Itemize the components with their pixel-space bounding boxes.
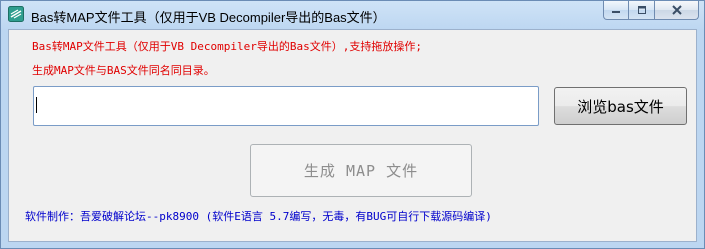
bas-file-path-input[interactable] (33, 86, 539, 126)
text-caret (36, 97, 37, 113)
main-window: Bas转MAP文件工具（仅用于VB Decompiler导出的Bas文件） Ba… (0, 0, 705, 249)
minimize-icon (612, 11, 620, 13)
app-icon[interactable] (8, 6, 24, 22)
window-title: Bas转MAP文件工具（仅用于VB Decompiler导出的Bas文件） (31, 10, 386, 25)
caption-buttons (603, 1, 699, 20)
close-button[interactable] (655, 1, 699, 20)
close-icon (671, 5, 682, 15)
title-bar[interactable]: Bas转MAP文件工具（仅用于VB Decompiler导出的Bas文件） (1, 1, 704, 28)
maximize-button[interactable] (629, 1, 655, 20)
client-area: Bas转MAP文件工具（仅用于VB Decompiler导出的Bas文件）,支持… (8, 29, 697, 242)
minimize-button[interactable] (603, 1, 629, 20)
generate-map-file-button[interactable]: 生成 MAP 文件 (250, 144, 472, 197)
info-text-line-1: Bas转MAP文件工具（仅用于VB Decompiler导出的Bas文件）,支持… (32, 40, 422, 53)
maximize-icon (637, 6, 646, 14)
author-credit-text: 软件制作：吾爱破解论坛--pk8900 (软件E语言 5.7编写，无毒，有BUG… (25, 210, 492, 223)
browse-bas-file-button[interactable]: 浏览bas文件 (554, 87, 687, 125)
info-text-line-2: 生成MAP文件与BAS文件同名同目录。 (32, 64, 215, 77)
